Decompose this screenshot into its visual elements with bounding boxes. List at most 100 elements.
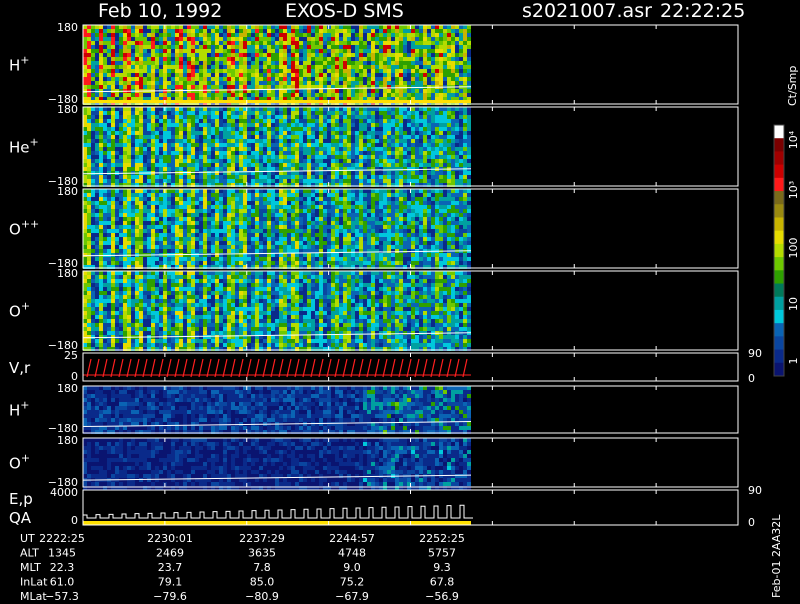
heat-cell [467, 73, 471, 77]
heat-cell [123, 217, 127, 221]
heat-cell [439, 53, 443, 57]
heat-cell [203, 201, 207, 205]
heat-cell [243, 257, 247, 261]
heat-cell [139, 115, 143, 119]
heat-cell [211, 237, 215, 241]
heat-cell [243, 163, 247, 167]
heat-cell [147, 163, 151, 167]
heat-cell [127, 135, 131, 139]
heat-cell [231, 45, 235, 49]
heat-cell [123, 221, 127, 225]
heat-cell [275, 155, 279, 159]
heat-cell [151, 107, 155, 111]
heat-cell [195, 189, 199, 193]
heat-cell [115, 131, 119, 135]
heat-cell [167, 221, 171, 225]
heat-cell [291, 225, 295, 229]
heat-cell [239, 139, 243, 143]
heat-cell [283, 197, 287, 201]
heat-cell [131, 61, 135, 65]
heat-cell [323, 25, 327, 29]
heat-cell [155, 135, 159, 139]
heat-cell [187, 57, 191, 61]
heat-cell [119, 107, 123, 111]
heat-cell [331, 131, 335, 135]
heat-cell [447, 159, 451, 163]
heat-cell [411, 73, 415, 77]
heat-cell [347, 81, 351, 85]
heat-cell [439, 127, 443, 131]
heat-cell [451, 127, 455, 131]
heat-cell [159, 115, 163, 119]
heat-cell [235, 209, 239, 213]
heat-cell [199, 65, 203, 69]
heat-cell [387, 57, 391, 61]
heat-cell [83, 61, 87, 65]
heat-cell [91, 249, 95, 253]
heat-cell [111, 29, 115, 33]
heat-cell [247, 229, 251, 233]
heat-cell [291, 189, 295, 193]
heat-cell [139, 77, 143, 81]
heat-cell [187, 201, 191, 205]
heat-cell [243, 37, 247, 41]
heat-cell [399, 45, 403, 49]
heat-cell [99, 245, 103, 249]
heat-cell [195, 221, 199, 225]
heat-cell [143, 245, 147, 249]
heat-cell [371, 143, 375, 147]
heat-cell [375, 45, 379, 49]
heat-cell [287, 53, 291, 57]
heat-cell [95, 29, 99, 33]
heat-cell [111, 233, 115, 237]
heat-cell [415, 73, 419, 77]
heat-cell [271, 225, 275, 229]
heat-cell [299, 93, 303, 97]
heat-cell [91, 127, 95, 131]
heat-cell [195, 111, 199, 115]
heat-cell [163, 167, 167, 171]
heat-cell [403, 143, 407, 147]
heat-cell [159, 229, 163, 233]
heat-cell [323, 57, 327, 61]
heat-cell [283, 221, 287, 225]
heat-cell [191, 171, 195, 175]
heat-cell [119, 37, 123, 41]
heat-cell [195, 85, 199, 89]
heat-cell [187, 111, 191, 115]
heat-cell [295, 115, 299, 119]
heat-cell [439, 171, 443, 175]
heat-cell [243, 131, 247, 135]
heat-cell [203, 81, 207, 85]
heat-cell [335, 159, 339, 163]
heat-cell [203, 135, 207, 139]
heat-cell [275, 241, 279, 245]
heat-cell [439, 93, 443, 97]
heat-cell [107, 147, 111, 151]
heat-cell [135, 163, 139, 167]
heat-cell [299, 159, 303, 163]
heat-cell [263, 209, 267, 213]
heat-cell [399, 85, 403, 89]
heat-cell [275, 37, 279, 41]
heat-cell [459, 69, 463, 73]
heat-cell [155, 37, 159, 41]
heat-cell [127, 73, 131, 77]
heat-cell [203, 41, 207, 45]
heat-cell [159, 205, 163, 209]
heat-cell [323, 151, 327, 155]
heat-cell [223, 229, 227, 233]
heat-cell [151, 41, 155, 45]
heat-cell [235, 29, 239, 33]
heat-cell [295, 171, 299, 175]
heat-cell [199, 49, 203, 53]
heat-cell [271, 93, 275, 97]
heat-cell [83, 221, 87, 225]
heat-cell [303, 69, 307, 73]
heat-cell [419, 115, 423, 119]
heat-cell [287, 229, 291, 233]
heat-cell [171, 85, 175, 89]
heat-cell [255, 257, 259, 261]
heat-cell [367, 33, 371, 37]
panel-1: H+180−180 [9, 21, 738, 106]
